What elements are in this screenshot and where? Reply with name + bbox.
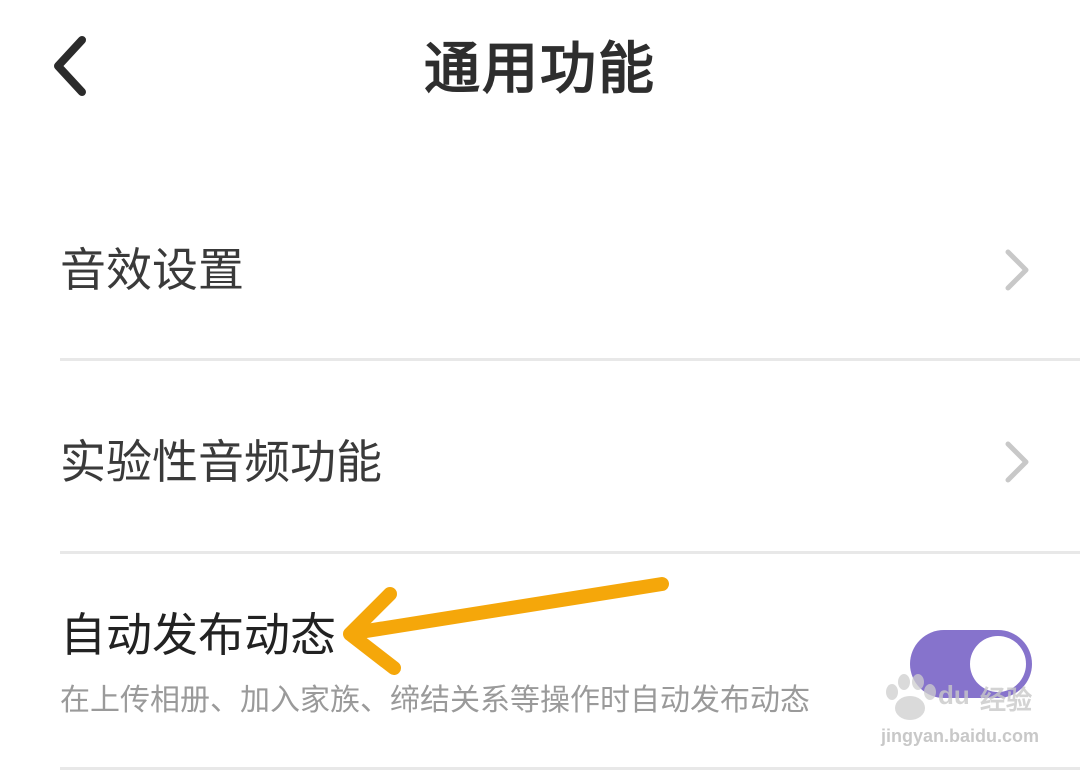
top-bar: 通用功能	[0, 0, 1080, 140]
settings-item-label: 自动发布动态	[60, 608, 336, 662]
divider	[60, 767, 1080, 770]
settings-item-sound-effects[interactable]: 音效设置	[60, 200, 1080, 360]
settings-item-description: 在上传相册、加入家族、缔结关系等操作时自动发布动态	[60, 683, 810, 718]
settings-item-label: 实验性音频功能	[60, 435, 382, 489]
chevron-right-icon	[1005, 441, 1029, 483]
page-title: 通用功能	[424, 37, 656, 102]
settings-item-label: 音效设置	[60, 243, 244, 297]
chevron-right-icon	[1005, 249, 1029, 291]
divider	[60, 358, 1080, 361]
auto-post-toggle[interactable]	[910, 630, 1032, 698]
settings-item-experimental-audio[interactable]: 实验性音频功能	[60, 392, 1080, 552]
toggle-knob	[970, 636, 1026, 692]
